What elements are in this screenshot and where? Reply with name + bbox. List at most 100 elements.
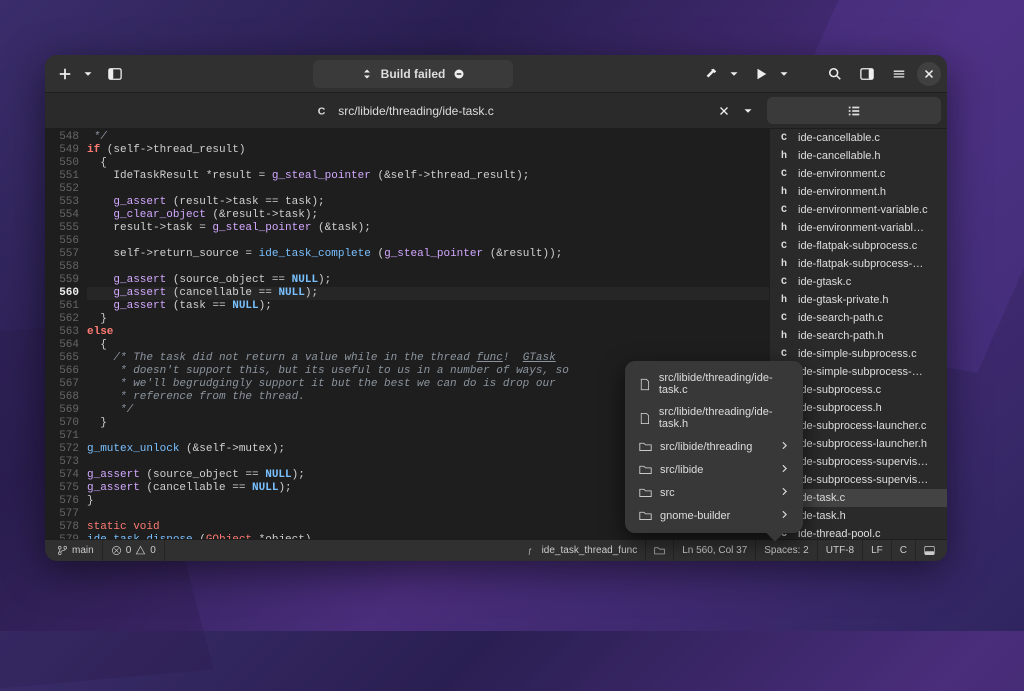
code-line: */ [87,131,769,144]
branch-icon [57,545,68,556]
file-row[interactable]: Cide-simple-subprocess.c [770,345,947,363]
file-name-label: ide-subprocess-launcher.c [798,420,926,432]
current-symbol[interactable]: ƒ ide_task_thread_func [519,540,647,561]
popover-item[interactable]: src/libide/threading/ide-task.c [631,367,797,401]
tab-close-button[interactable] [713,100,735,122]
file-row[interactable]: Cide-search-path.c [770,309,947,327]
search-button[interactable] [821,60,849,88]
chevron-down-icon [81,67,95,81]
ide-window: Build failed [45,55,947,561]
c-file-icon: C [778,169,790,180]
cursor-position[interactable]: Ln 560, Col 37 [674,540,756,561]
code-line: if (self->thread_result) [87,144,769,157]
file-name-label: ide-search-path.c [798,312,883,324]
hamburger-menu-button[interactable] [885,60,913,88]
line-number: 551 [45,170,79,183]
line-number: 574 [45,469,79,482]
line-number: 565 [45,352,79,365]
sort-icon [361,68,373,80]
tab-path-label: src/libide/threading/ide-task.c [338,104,493,118]
file-icon [639,412,651,425]
file-row[interactable]: hide-environment.h [770,183,947,201]
file-row[interactable]: hide-cancellable.h [770,147,947,165]
diagnostics[interactable]: 0 0 [103,540,165,561]
file-row[interactable]: hide-flatpak-subprocess-… [770,255,947,273]
file-row[interactable]: hide-gtask-private.h [770,291,947,309]
toggle-right-panel-button[interactable] [853,60,881,88]
code-line [87,183,769,196]
outline-panel-header[interactable] [767,97,941,124]
chevron-right-icon [778,485,791,501]
vcs-branch[interactable]: main [49,540,103,561]
line-number: 554 [45,209,79,222]
file-name-label: ide-simple-subprocess-… [798,366,923,378]
build-button[interactable] [697,60,725,88]
code-line: { [87,339,769,352]
h-file-icon: h [778,187,790,198]
file-row[interactable]: hide-search-path.h [770,327,947,345]
popover-item[interactable]: src [631,481,797,504]
editor-tab[interactable]: C src/libide/threading/ide-task.c [45,93,765,128]
code-line: ide_task_dispose (GObject *object) [87,534,769,539]
file-row[interactable]: hide-environment-variabl… [770,219,947,237]
folder-icon [639,463,652,476]
svg-text:ƒ: ƒ [527,548,531,555]
line-number: 568 [45,391,79,404]
close-window-button[interactable] [917,62,941,86]
error-icon [111,545,122,556]
run-dropdown[interactable] [775,60,793,88]
code-line: else [87,326,769,339]
file-name-label: ide-environment-variable.c [798,204,928,216]
file-name-label: ide-task.c [798,492,845,504]
code-line [87,261,769,274]
close-icon [717,104,731,118]
line-number: 549 [45,144,79,157]
line-number: 560 [45,287,79,300]
file-icon [639,378,651,391]
code-line: g_assert (result->task == task); [87,196,769,209]
encoding[interactable]: UTF-8 [818,540,863,561]
file-name-label: ide-simple-subprocess.c [798,348,917,360]
line-number: 579 [45,534,79,539]
popover-item[interactable]: gnome-builder [631,504,797,527]
new-tab-button[interactable] [51,60,79,88]
tabbar: C src/libide/threading/ide-task.c [45,93,947,129]
popover-item[interactable]: src/libide/threading/ide-task.h [631,401,797,435]
code-line: self->return_source = ide_task_complete … [87,248,769,261]
play-icon [754,67,768,81]
file-row[interactable]: Cide-environment.c [770,165,947,183]
chevron-down-icon [777,67,791,81]
file-row[interactable]: Cide-environment-variable.c [770,201,947,219]
main-area: 5485495505515525535545555565575585595605… [45,129,947,539]
line-number: 571 [45,430,79,443]
language-mode[interactable]: C [892,540,916,561]
folder-icon [639,486,652,499]
build-status-pill[interactable]: Build failed [313,60,513,88]
line-number: 557 [45,248,79,261]
line-ending[interactable]: LF [863,540,892,561]
tab-menu-button[interactable] [737,100,759,122]
popover-item[interactable]: src/libide/threading [631,435,797,458]
breadcrumb-folder-button[interactable] [646,540,674,561]
c-file-icon: C [778,277,790,288]
build-dropdown[interactable] [725,60,743,88]
line-number: 573 [45,456,79,469]
run-button[interactable] [747,60,775,88]
panel-bottom-icon [924,545,935,556]
file-name-label: ide-subprocess.c [798,384,881,396]
toggle-bottom-panel-button[interactable] [916,540,943,561]
indentation[interactable]: Spaces: 2 [756,540,817,561]
popover-item[interactable]: src/libide [631,458,797,481]
c-file-icon: C [778,349,790,360]
toggle-left-panel-button[interactable] [101,60,129,88]
error-badge-icon [453,68,465,80]
line-number: 577 [45,508,79,521]
new-tab-dropdown[interactable] [79,60,97,88]
code-line: g_assert (task == NULL); [87,300,769,313]
line-number: 578 [45,521,79,534]
file-row[interactable]: Cide-flatpak-subprocess.c [770,237,947,255]
file-row[interactable]: Cide-gtask.c [770,273,947,291]
line-number: 553 [45,196,79,209]
file-name-label: ide-gtask-private.h [798,294,889,306]
file-row[interactable]: Cide-cancellable.c [770,129,947,147]
